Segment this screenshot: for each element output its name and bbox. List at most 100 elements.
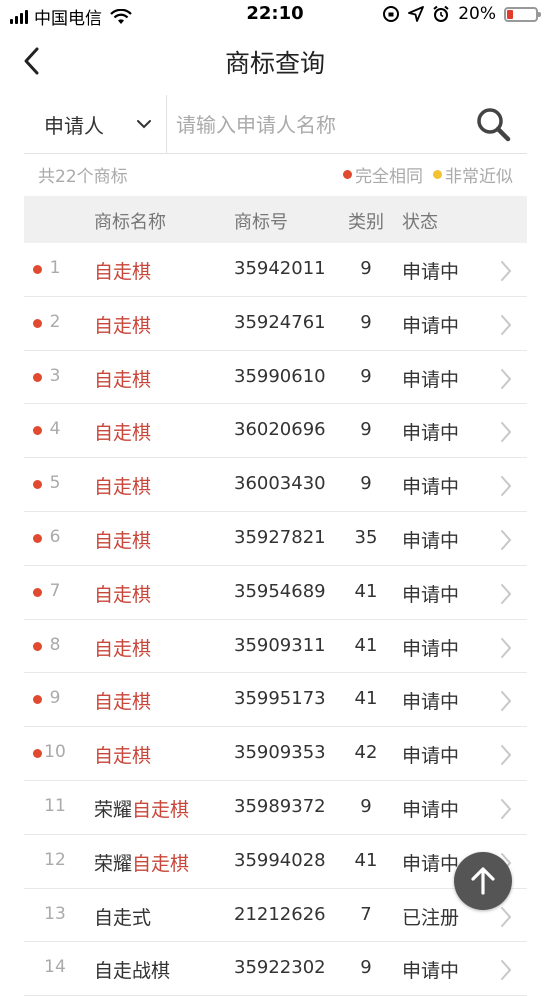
table-row[interactable]: 6 自走棋 35927821 35 申请中 [24, 512, 527, 566]
chevron-right-icon [501, 583, 512, 604]
status-right: 20% [382, 4, 541, 24]
search-input[interactable] [174, 105, 468, 145]
table-row[interactable]: 11 荣耀自走棋 35989372 9 申请中 [24, 781, 527, 835]
chevron-right-icon [501, 476, 512, 497]
chevron-right-icon [501, 745, 512, 766]
page-title: 商标查询 [224, 49, 325, 78]
rotation-lock-icon [383, 6, 400, 22]
trademark-status: 申请中 [402, 476, 460, 499]
row-index: 6 [49, 526, 61, 547]
header-number: 商标号 [234, 212, 288, 233]
chevron-right-icon [501, 798, 512, 819]
trademark-status: 申请中 [402, 960, 460, 983]
trademark-status: 申请中 [402, 529, 460, 552]
trademark-status: 已注册 [402, 906, 460, 929]
trademark-status: 申请中 [402, 422, 460, 445]
trademark-name: 荣耀自走棋 [94, 849, 189, 876]
back-to-top-button[interactable] [454, 852, 512, 910]
table-row[interactable]: 2 自走棋 35924761 9 申请中 [24, 297, 527, 351]
battery-percent: 20% [458, 4, 496, 24]
trademark-number: 36003430 [234, 473, 326, 495]
row-index: 8 [49, 634, 61, 655]
trademark-class: 9 [360, 957, 372, 979]
trademark-number: 36020696 [234, 419, 326, 441]
trademark-class: 9 [360, 311, 372, 333]
chevron-right-icon [501, 368, 512, 389]
legend-exact-label: 完全相同 [355, 167, 423, 187]
chevron-right-icon [501, 637, 512, 658]
row-index: 1 [49, 258, 61, 278]
trademark-status: 申请中 [402, 368, 460, 391]
trademark-class: 9 [360, 419, 372, 441]
trademark-status: 申请中 [402, 261, 460, 283]
trademark-class: 9 [360, 258, 372, 279]
trademark-class: 41 [354, 634, 378, 656]
trademark-status: 申请中 [402, 691, 460, 714]
row-index: 2 [49, 311, 61, 332]
trademark-name: 自走棋 [94, 472, 151, 499]
trademark-name: 自走棋 [94, 526, 151, 553]
table-row[interactable]: 3 自走棋 35990610 9 申请中 [24, 351, 527, 405]
search-type-dropdown[interactable]: 申请人 [24, 95, 167, 153]
trademark-status: 申请中 [402, 583, 460, 606]
trademark-name: 自走战棋 [94, 956, 170, 983]
chevron-right-icon [501, 422, 512, 443]
table-row[interactable]: 13 自走式 21212626 7 已注册 [24, 889, 527, 943]
search-button[interactable] [474, 105, 514, 145]
row-index: 5 [49, 473, 61, 494]
trademark-status: 申请中 [402, 798, 460, 821]
trademark-number: 35990610 [234, 365, 326, 387]
table-row[interactable]: 7 自走棋 35954689 41 申请中 [24, 566, 527, 620]
trademark-name-prefix: 自走式 [94, 906, 152, 929]
row-index: 9 [49, 688, 61, 709]
chevron-right-icon [501, 314, 512, 335]
trademark-number: 21212626 [234, 903, 326, 925]
trademark-class: 41 [354, 849, 378, 871]
table-row[interactable]: 9 自走棋 35995173 41 申请中 [24, 673, 527, 728]
table-row[interactable]: 1 自走棋 35942011 9 申请中 [24, 243, 527, 297]
table-row[interactable]: 10 自走棋 35909353 42 申请中 [24, 727, 527, 781]
trademark-status: 申请中 [402, 314, 460, 337]
row-index: 12 [44, 849, 66, 870]
header-name: 商标名称 [94, 212, 166, 233]
table-row[interactable]: 5 自走棋 36003430 9 申请中 [24, 458, 527, 512]
trademark-name: 荣耀自走棋 [94, 795, 189, 822]
trademark-class: 41 [354, 580, 378, 602]
trademark-number: 35924761 [234, 311, 326, 333]
header-class: 类别 [348, 212, 384, 233]
search-icon [477, 108, 511, 142]
trademark-name: 自走棋 [94, 365, 151, 392]
trademark-name: 自走棋 [94, 418, 151, 445]
trademark-name-highlight: 自走棋 [94, 583, 152, 606]
trademark-name-highlight: 自走棋 [94, 476, 152, 499]
trademark-name: 自走棋 [94, 687, 151, 714]
trademark-class: 41 [354, 688, 378, 710]
trademark-status: 申请中 [402, 745, 460, 768]
trademark-name: 自走棋 [94, 257, 151, 284]
trademark-name: 自走棋 [94, 741, 151, 768]
trademark-name-prefix: 荣耀 [94, 852, 133, 875]
trademark-class: 7 [360, 903, 372, 925]
trademark-class: 35 [354, 526, 378, 548]
chevron-right-icon [501, 691, 512, 712]
table-row[interactable]: 8 自走棋 35909311 41 申请中 [24, 620, 527, 674]
row-index: 13 [44, 903, 66, 924]
trademark-name-highlight: 自走棋 [94, 637, 152, 660]
trademark-name-highlight: 自走棋 [132, 798, 190, 821]
trademark-number: 35927821 [234, 526, 326, 548]
trademark-name-highlight: 自走棋 [94, 529, 152, 552]
similar-match-dot [433, 170, 442, 179]
row-index: 10 [44, 742, 66, 763]
nav-bar: 商标查询 [0, 32, 550, 90]
result-count: 共22个商标 [38, 167, 128, 187]
table-row[interactable]: 4 自走棋 36020696 9 申请中 [24, 404, 527, 459]
trademark-class: 42 [354, 742, 378, 764]
trademark-class: 9 [360, 795, 372, 817]
trademark-number: 35922302 [234, 957, 326, 979]
table-row[interactable]: 12 荣耀自走棋 35994028 41 申请中 [24, 835, 527, 889]
trademark-class: 9 [360, 365, 372, 387]
table-row[interactable]: 14 自走战棋 35922302 9 申请中 [24, 942, 527, 996]
trademark-status: 申请中 [402, 637, 460, 660]
trademark-name-highlight: 自走棋 [94, 745, 152, 768]
row-index: 11 [44, 795, 66, 816]
